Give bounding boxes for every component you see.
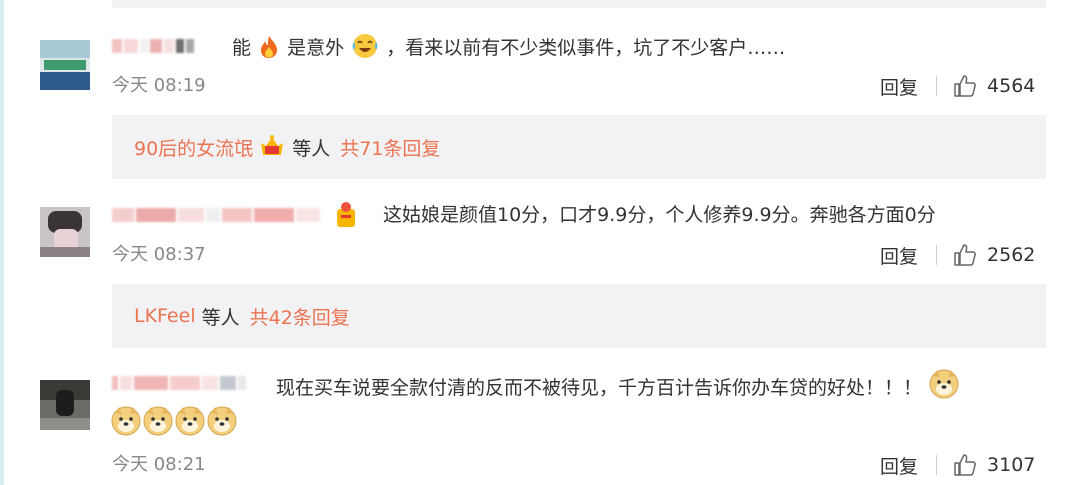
thumbs-up-icon bbox=[954, 244, 976, 266]
doge-icon bbox=[207, 406, 237, 436]
comment-item: 现在买车说要全款付清的反而不被待见，千方百计告诉你办车贷的好处！！！ 今天 08… bbox=[0, 355, 1080, 485]
like-button[interactable]: 2562 bbox=[953, 243, 1035, 267]
comment-text: 能 是意外 ，看来以前有不少类似事件，坑了不少客户…… bbox=[232, 33, 785, 67]
comment-item: 能 是意外 ，看来以前有不少类似事件，坑了不少客户…… 今天 08:19 回复 bbox=[0, 0, 1080, 105]
reply-button[interactable]: 回复 bbox=[880, 452, 918, 479]
comment-time: 今天 08:37 bbox=[112, 244, 206, 265]
sub-reply-user-link[interactable]: 90后的女流氓 bbox=[134, 134, 253, 161]
divider bbox=[936, 455, 938, 475]
vip-badge-icon bbox=[334, 201, 358, 233]
like-count: 4564 bbox=[987, 75, 1036, 97]
avatar[interactable] bbox=[40, 380, 90, 430]
comment-actions: 回复 2562 bbox=[880, 241, 1050, 269]
doge-icon bbox=[175, 406, 205, 436]
thumbs-up-icon bbox=[954, 454, 976, 476]
avatar[interactable] bbox=[40, 40, 90, 90]
comment-time: 今天 08:19 bbox=[112, 75, 206, 96]
fire-icon bbox=[258, 35, 280, 67]
thumbs-up-icon bbox=[954, 75, 976, 97]
reply-button[interactable]: 回复 bbox=[880, 73, 918, 100]
sub-reply-count-link[interactable]: 共42条回复 bbox=[250, 303, 350, 330]
reply-button[interactable]: 回复 bbox=[880, 242, 918, 269]
sub-replies-box[interactable]: 90后的女流氓 等人 共71条回复 bbox=[112, 115, 1046, 179]
emoji-row bbox=[111, 405, 237, 437]
like-button[interactable]: 3107 bbox=[953, 453, 1035, 477]
divider bbox=[936, 245, 938, 265]
sub-reply-user-link[interactable]: LKFeel bbox=[134, 305, 196, 327]
sub-reply-count-link[interactable]: 共71条回复 bbox=[340, 134, 440, 161]
like-count: 2562 bbox=[987, 244, 1036, 266]
laugh-cry-icon bbox=[351, 33, 379, 67]
comment-actions: 回复 3107 bbox=[880, 451, 1050, 479]
doge-icon bbox=[143, 406, 173, 436]
comment-text-part: 现在买车说要全款付清的反而不被待见，千方百计告诉你办车贷的好处！！！ bbox=[276, 377, 923, 399]
like-button[interactable]: 4564 bbox=[953, 74, 1035, 98]
comment-text: 现在买车说要全款付清的反而不被待见，千方百计告诉你办车贷的好处！！！ bbox=[276, 369, 960, 407]
divider bbox=[936, 76, 938, 96]
sub-replies-box[interactable]: LKFeel 等人 共42条回复 bbox=[112, 284, 1046, 348]
sub-reply-suffix: 等人 bbox=[292, 137, 331, 160]
username[interactable] bbox=[112, 372, 246, 394]
comment-actions: 回复 4564 bbox=[880, 72, 1050, 100]
doge-icon bbox=[111, 406, 141, 436]
avatar[interactable] bbox=[40, 207, 90, 257]
comment-item: 这姑娘是颜值10分，口才9.9分，个人修养9.9分。奔驰各方面0分 今天 08:… bbox=[0, 180, 1080, 275]
crown-badge-icon bbox=[259, 133, 285, 162]
username[interactable] bbox=[112, 35, 194, 57]
like-count: 3107 bbox=[987, 454, 1036, 476]
doge-icon bbox=[929, 369, 959, 407]
username[interactable] bbox=[112, 204, 320, 226]
comment-text-part: 能 bbox=[232, 37, 252, 59]
comment-text-part: ，看来以前有不少类似事件，坑了不少客户…… bbox=[386, 37, 786, 59]
comment-text-part: 是意外 bbox=[287, 37, 345, 59]
sub-reply-suffix: 等人 bbox=[201, 306, 240, 329]
comment-time: 今天 08:21 bbox=[112, 454, 206, 475]
comment-text: 这姑娘是颜值10分，口才9.9分，个人修养9.9分。奔驰各方面0分 bbox=[383, 204, 936, 226]
